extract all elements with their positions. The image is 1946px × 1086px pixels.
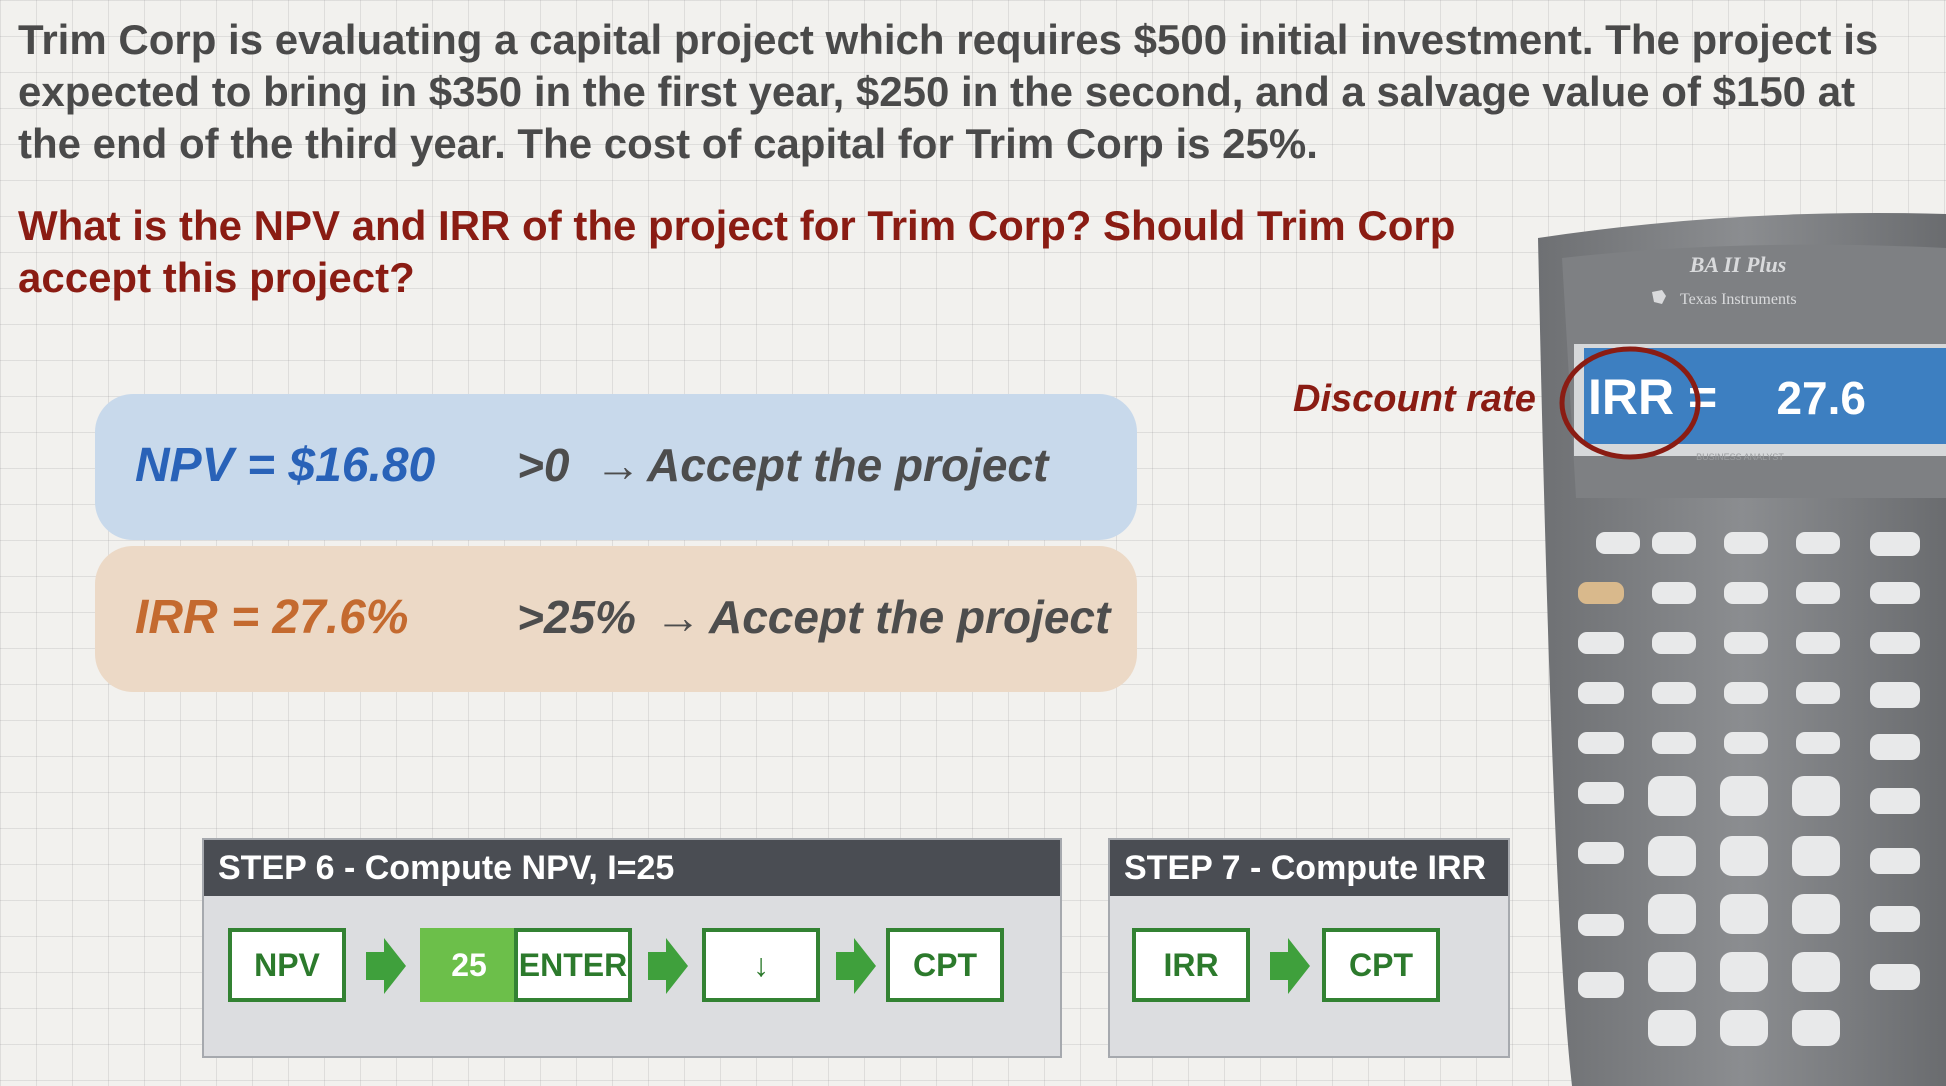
screen-value: 27.6 [1776, 372, 1866, 424]
discount-rate-label: Discount rate [1293, 378, 1536, 420]
right-arrow-icon [648, 938, 688, 994]
npv-result-box: NPV = $16.80 >0 → Accept the project [95, 394, 1137, 540]
irr-result-box: IRR = 27.6% >25% → Accept the project [95, 546, 1137, 692]
right-arrow-icon: → [595, 439, 641, 491]
cpt-key: CPT [886, 928, 1004, 1002]
irr-conclusion: Accept the project [709, 591, 1111, 643]
irr-key: IRR [1132, 928, 1250, 1002]
down-key: ↓ [702, 928, 820, 1002]
right-arrow-icon: → [655, 591, 701, 643]
npv-key: NPV [228, 928, 346, 1002]
calculator-brand: Texas Instruments [1680, 291, 1797, 308]
npv-formula: NPV = $16.80 [135, 439, 436, 492]
right-arrow-icon [1270, 938, 1310, 994]
npv-conclusion: Accept the project [647, 439, 1049, 491]
right-arrow-icon [366, 938, 406, 994]
npv-condition: >0 [517, 439, 570, 491]
step-7-panel: STEP 7 - Compute IRR IRR CPT [1108, 838, 1510, 1058]
problem-statement: Trim Corp is evaluating a capital projec… [18, 16, 1879, 167]
value-25-key: 25 [420, 928, 518, 1002]
irr-condition: >25% [517, 591, 636, 643]
screen-sub: BUSINESS ANALYST [1696, 452, 1784, 462]
irr-formula: IRR = 27.6% [135, 591, 409, 644]
step-6-title: STEP 6 - Compute NPV, I=25 [204, 840, 1060, 896]
ba-ii-plus-calculator: BA II Plus Texas Instruments IRR = 27.6 … [1538, 213, 1946, 1086]
step-7-title: STEP 7 - Compute IRR [1110, 840, 1508, 896]
step-6-panel: STEP 6 - Compute NPV, I=25 NPV 25 ENTER … [202, 838, 1062, 1058]
question-text: What is the NPV and IRR of the project f… [18, 202, 1456, 301]
calculator-model: BA II Plus [1689, 252, 1787, 277]
right-arrow-icon [836, 938, 876, 994]
enter-key: ENTER [514, 928, 632, 1002]
cpt-key: CPT [1322, 928, 1440, 1002]
